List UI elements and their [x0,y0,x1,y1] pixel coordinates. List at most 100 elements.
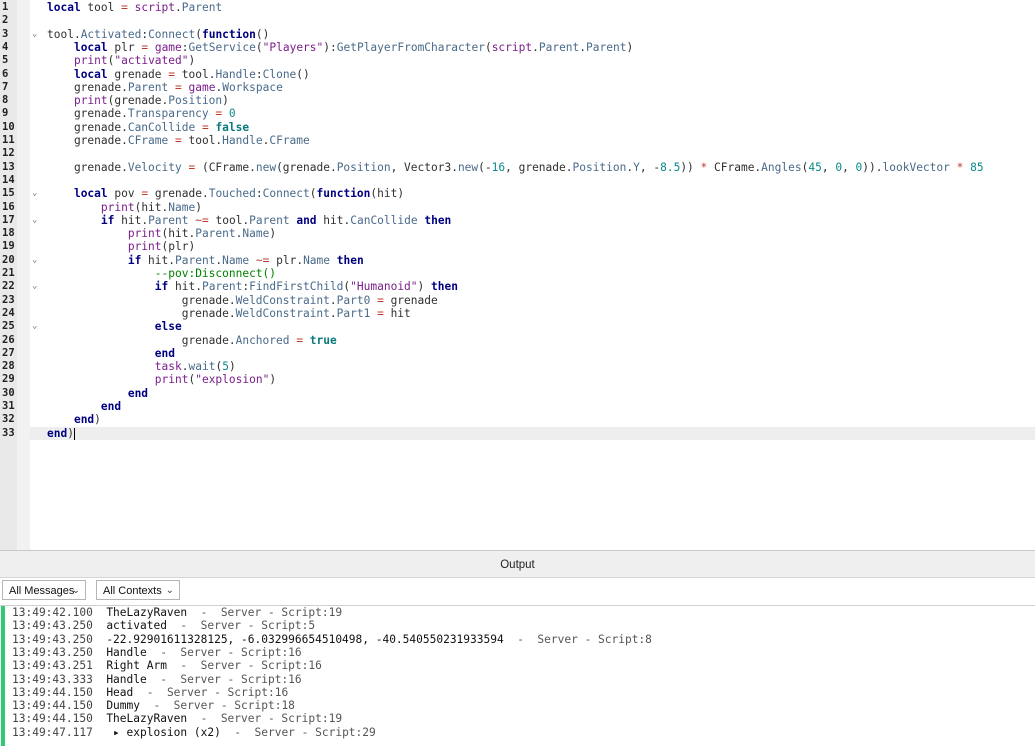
code-text: --pov:Disconnect() [154,267,277,280]
code-text: local tool = script.Parent [47,1,223,14]
code-line[interactable]: 15 ⌄ local pov = grenade.Touched:Connect(… [0,187,1035,200]
fold-toggle-icon[interactable]: ⌄ [32,187,42,200]
code-line[interactable]: 24 grenade.WeldConstraint.Part1 = hit [0,307,1035,320]
code-line[interactable]: 27 end [0,347,1035,360]
code-line[interactable]: 8 print(grenade.Position) [0,94,1035,107]
message-filter-dropdown[interactable]: All Messages ⌄ [2,580,86,600]
code-line[interactable]: 1 local tool = script.Parent [0,1,1035,14]
line-number: 26 [2,333,15,346]
log-entry[interactable]: 13:49:42.100 TheLazyRaven - Server - Scr… [12,606,342,619]
log-time: 13:49:43.251 [12,659,93,673]
code-line[interactable]: 21 --pov:Disconnect() [0,267,1035,280]
code-line[interactable]: 18 print(hit.Parent.Name) [0,227,1035,240]
code-line[interactable]: 28 task.wait(5) [0,360,1035,373]
line-number: 25 [2,320,15,333]
fold-toggle-icon[interactable]: ⌄ [32,214,42,227]
code-text: grenade.Velocity = (CFrame.new(grenade.P… [47,160,984,174]
fold-toggle-icon[interactable]: ⌄ [32,320,42,333]
code-line[interactable]: 4 local plr = game:GetService("Players")… [0,41,1035,54]
code-line[interactable]: 33 end) [0,427,1035,440]
log-time: 13:49:43.250 [12,619,93,633]
log-message: -22.92901611328125, -6.032996654510498, … [106,632,504,646]
code-text: grenade.CFrame = tool.Handle.CFrame [47,134,310,147]
line-number: 12 [2,147,15,160]
code-text: if hit.Parent:FindFirstChild("Humanoid")… [154,280,458,294]
code-line[interactable]: 14 [0,174,1035,187]
line-number: 21 [2,267,15,279]
code-line[interactable]: 19 print(plr) [0,240,1035,253]
line-number: 10 [2,120,15,133]
log-time: 13:49:47.117 [12,725,93,739]
log-time: 13:49:44.150 [12,699,93,713]
message-filter-label: All Messages [9,585,75,597]
log-source: - Server - Script:16 [166,659,322,673]
log-message: TheLazyRaven [106,606,188,619]
fold-toggle-icon[interactable]: ⌄ [32,254,42,267]
code-line[interactable]: 5 print("activated") [0,54,1035,67]
code-text: end) [47,426,75,440]
line-number: 7 [2,80,9,93]
context-filter-label: All Contexts [103,585,162,597]
code-line[interactable]: 11 grenade.CFrame = tool.Handle.CFrame [0,134,1035,147]
code-line[interactable]: 12 [0,147,1035,160]
log-source: - Server - Script:16 [146,645,302,659]
log-source: - Server - Script:16 [146,672,302,686]
log-entry[interactable]: 13:49:43.251 Right Arm - Server - Script… [12,659,322,672]
line-number: 31 [2,400,15,412]
log-source: - Server - Script:5 [166,619,316,633]
fold-toggle-icon[interactable]: ⌄ [32,280,42,293]
code-line[interactable]: 3 ⌄ tool.Activated:Connect(function() [0,28,1035,41]
log-entry[interactable]: 13:49:47.117 ▸ explosion (x2) - Server -… [12,726,376,739]
line-number: 22 [2,280,15,293]
code-line[interactable]: 26 grenade.Anchored = true [0,334,1035,347]
log-entry[interactable]: 13:49:44.150 Dummy - Server - Script:18 [12,699,295,712]
output-panel: Output All Messages ⌄ All Contexts ⌄ 13:… [0,550,1035,746]
output-log[interactable]: 13:49:42.100 TheLazyRaven - Server - Scr… [0,605,1035,746]
log-message: activated [106,619,167,633]
log-entry[interactable]: 13:49:44.150 TheLazyRaven - Server - Scr… [12,712,342,725]
code-text: print("explosion") [154,373,277,387]
code-line[interactable]: 10 grenade.CanCollide = false [0,121,1035,134]
code-line[interactable]: 6 local grenade = tool.Handle:Clone() [0,68,1035,81]
code-line[interactable]: 16 print(hit.Name) [0,201,1035,214]
fold-toggle-icon[interactable]: ⌄ [32,28,42,41]
log-message: TheLazyRaven [106,712,188,726]
line-number: 13 [2,160,15,173]
code-line[interactable]: 30 end [0,387,1035,400]
line-number: 1 [2,1,9,13]
context-filter-dropdown[interactable]: All Contexts ⌄ [96,580,180,600]
line-number: 24 [2,306,15,319]
output-filter-bar: All Messages ⌄ All Contexts ⌄ [0,578,1035,604]
log-message: ▸ explosion (x2) [106,725,221,739]
code-line[interactable]: 9 grenade.Transparency = 0 [0,107,1035,120]
log-entry[interactable]: 13:49:43.250 activated - Server - Script… [12,619,315,632]
code-text: tool.Activated:Connect(function() [47,27,270,41]
log-time: 13:49:43.250 [12,632,93,646]
log-entry[interactable]: 13:49:44.150 Head - Server - Script:16 [12,686,288,699]
code-line[interactable]: 25 ⌄ else [0,320,1035,333]
code-line[interactable]: 17 ⌄ if hit.Parent ~= tool.Parent and hit… [0,214,1035,227]
code-line[interactable]: 29 print("explosion") [0,373,1035,386]
log-message: Head [106,685,134,699]
code-line[interactable]: 20 ⌄ if hit.Parent.Name ~= plr.Name then [0,254,1035,267]
code-line[interactable]: 13 grenade.Velocity = (CFrame.new(grenad… [0,161,1035,174]
code-line[interactable]: 32 end) [0,413,1035,426]
code-line[interactable]: 7 grenade.Parent = game.Workspace [0,81,1035,94]
code-text: task.wait(5) [154,360,236,374]
code-line[interactable]: 22 ⌄ if hit.Parent:FindFirstChild("Humano… [0,280,1035,293]
log-entry[interactable]: 13:49:43.250 Handle - Server - Script:16 [12,646,302,659]
script-editor[interactable]: 1 local tool = script.Parent 2 3 ⌄ tool.Activ… [0,0,1035,550]
code-text: else [154,320,182,334]
code-text: local plr = game:GetService("Players"):G… [73,40,634,54]
log-entry[interactable]: 13:49:43.333 Handle - Server - Script:16 [12,673,302,686]
code-line[interactable]: 2 [0,14,1035,27]
code-text: print("activated") [73,54,196,68]
code-line[interactable]: 23 grenade.WeldConstraint.Part0 = grenad… [0,294,1035,307]
code-text: end [100,400,122,413]
code-text: end [154,346,175,360]
code-text: print(hit.Name) [100,200,202,214]
code-line[interactable]: 31 end [0,400,1035,413]
log-entry[interactable]: 13:49:43.250 -22.92901611328125, -6.0329… [12,633,652,646]
code-text: grenade.WeldConstraint.Part0 = grenade [47,293,438,307]
line-number: 9 [2,107,9,120]
